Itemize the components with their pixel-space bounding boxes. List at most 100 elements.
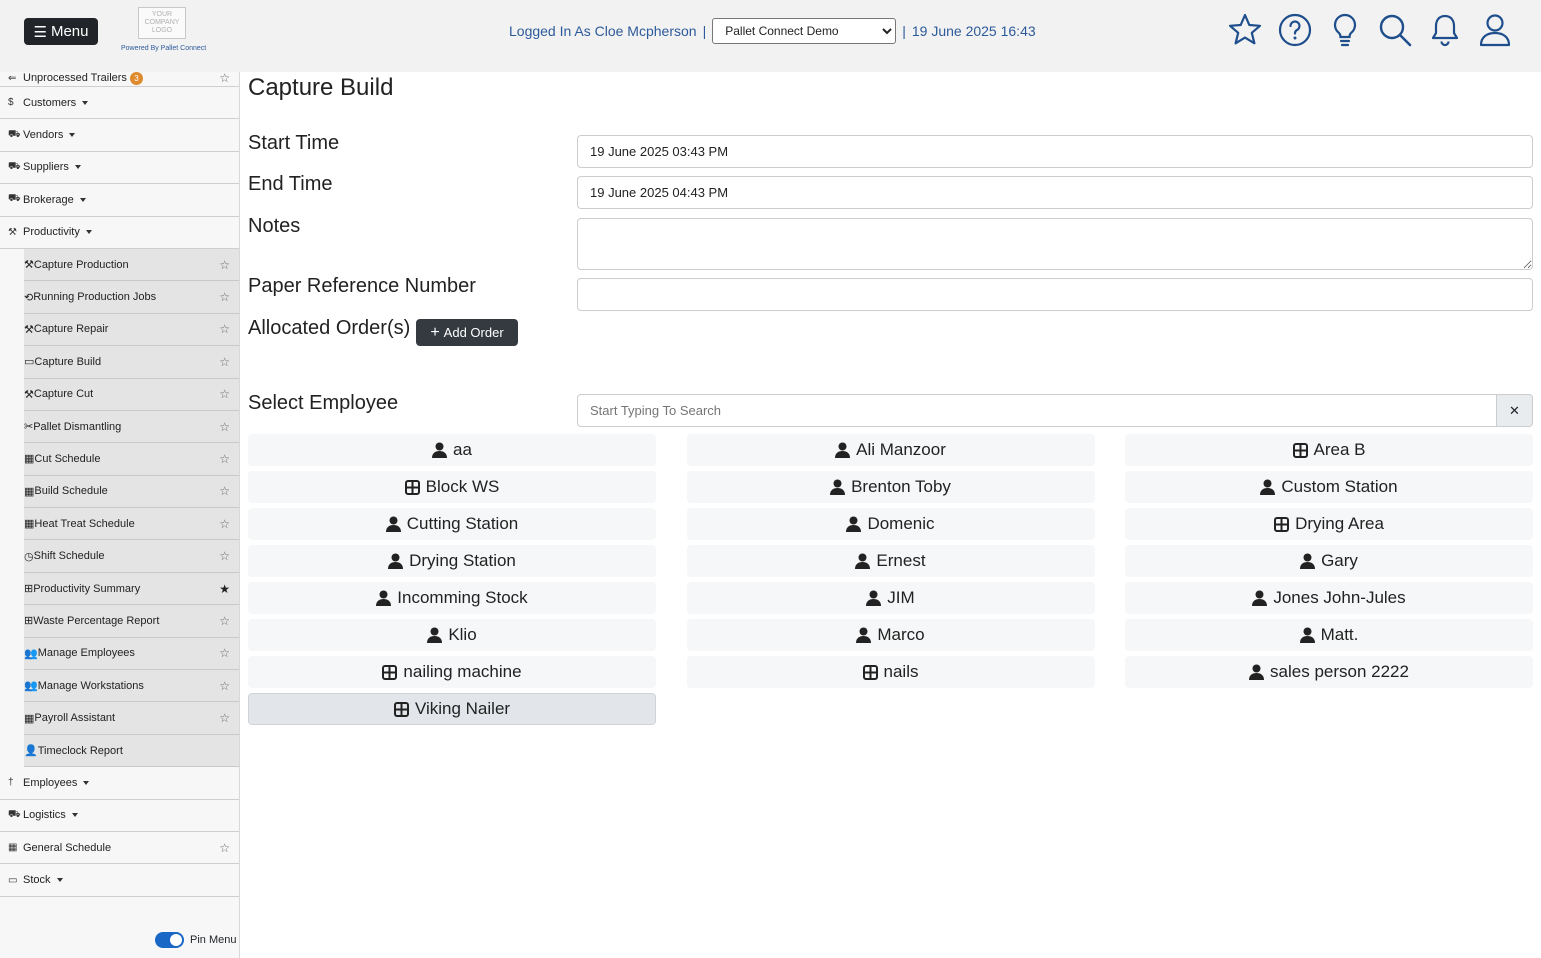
employee-button[interactable]: nailing machine [248, 656, 656, 688]
person-icon [856, 627, 872, 643]
employee-button[interactable]: JIM [686, 582, 1095, 614]
sidebar-item-logistics[interactable]: ⛟ Logistics [0, 800, 239, 832]
employee-button[interactable]: Drying Station [248, 545, 656, 577]
employee-search-input[interactable] [577, 394, 1497, 427]
sidebar-item-stock[interactable]: ▭ Stock [0, 864, 239, 897]
menu-icon: ⚒ [8, 226, 17, 238]
sidebar-subitem-cut-schedule[interactable]: ▦ Cut Schedule ☆ [24, 443, 239, 476]
sidebar-subitem-heat-treat-schedule[interactable]: ▦ Heat Treat Schedule ☆ [24, 508, 239, 541]
employee-button[interactable]: Block WS [248, 471, 656, 503]
sidebar-subitem-manage-workstations[interactable]: 👥 Manage Workstations ☆ [24, 670, 239, 703]
person-icon [830, 479, 846, 495]
sidebar-subitem-running-production-jobs[interactable]: ⟲ Running Production Jobs ☆ [24, 281, 239, 314]
sidebar-item-label: Stock [23, 874, 51, 887]
employee-grid: aa Ali Manzoor Area B Block WS Brenton Toby C… [248, 434, 1533, 725]
sidebar-subitem-shift-schedule[interactable]: ◷ Shift Schedule ☆ [24, 540, 239, 573]
menu-icon: ⚒ [24, 259, 34, 272]
employee-name: Brenton Toby [851, 477, 951, 496]
star-outline-icon[interactable]: ☆ [219, 355, 230, 369]
employee-button[interactable]: Ali Manzoor [686, 434, 1095, 466]
employee-button[interactable]: Ernest [686, 545, 1095, 577]
start-time-input[interactable] [577, 135, 1533, 168]
star-outline-icon[interactable]: ☆ [219, 420, 230, 434]
sidebar-subitem-waste-percentage-report[interactable]: ⊞ Waste Percentage Report ☆ [24, 605, 239, 638]
employee-button[interactable]: Incomming Stock [248, 582, 656, 614]
employee-button[interactable]: Klio [248, 619, 656, 651]
employee-button[interactable]: Custom Station [1125, 471, 1533, 503]
employee-button[interactable]: Matt. [1125, 619, 1533, 651]
sidebar-subitem-pallet-dismantling[interactable]: ✂ Pallet Dismantling ☆ [24, 410, 239, 444]
sidebar-subitem-capture-production[interactable]: ⚒ Capture Production ☆ [24, 248, 239, 282]
sidebar-item-customers[interactable]: $ Customers [0, 87, 239, 120]
employee-name: aa [453, 440, 472, 459]
sidebar-item-brokerage[interactable]: ⛟ Brokerage [0, 184, 239, 217]
employee-button[interactable]: Brenton Toby [686, 471, 1095, 503]
star-outline-icon[interactable]: ☆ [219, 517, 230, 531]
employee-name: Jones John-Jules [1273, 588, 1406, 607]
star-outline-icon[interactable]: ☆ [219, 841, 230, 855]
sidebar-subitem-timeclock-report[interactable]: 👤 Timeclock Report [24, 734, 239, 768]
separator: | [702, 23, 707, 39]
employee-button[interactable]: nails [686, 656, 1095, 688]
sidebar-subitem-productivity-summary[interactable]: ⊞ Productivity Summary ★ [24, 572, 239, 606]
person-icon [385, 516, 401, 532]
sidebar-subitem-payroll-assistant[interactable]: ▦ Payroll Assistant ☆ [24, 702, 239, 735]
star-outline-icon[interactable]: ☆ [219, 646, 230, 660]
sidebar-item-label: Capture Production [33, 258, 129, 271]
star-outline-icon[interactable]: ☆ [219, 290, 230, 304]
star-filled-icon[interactable]: ★ [219, 582, 230, 596]
star-outline-icon[interactable]: ☆ [219, 484, 230, 498]
add-order-button[interactable]: + Add Order [416, 319, 518, 346]
employee-button[interactable]: Area B [1125, 434, 1533, 466]
sidebar-subitem-capture-build[interactable]: ▭ Capture Build ☆ [24, 346, 239, 379]
notes-textarea[interactable] [577, 218, 1533, 270]
sidebar-item-general-schedule[interactable]: ▦ General Schedule ☆ [0, 832, 239, 865]
star-outline-icon[interactable]: ☆ [219, 549, 230, 563]
paper-ref-input[interactable] [577, 278, 1533, 311]
sidebar-item-productivity[interactable]: ⚒ Productivity [0, 217, 239, 249]
star-outline-icon[interactable]: ☆ [219, 679, 230, 693]
employee-button[interactable]: aa [248, 434, 656, 466]
star-outline-icon[interactable]: ☆ [219, 258, 230, 272]
menu-icon: † [8, 777, 14, 789]
employee-button[interactable]: Gary [1125, 545, 1533, 577]
clear-search-button[interactable]: ✕ [1497, 394, 1533, 427]
sidebar-item-label: Running Production Jobs [33, 291, 157, 304]
lightbulb-icon[interactable] [1327, 12, 1363, 48]
employee-button[interactable]: Marco [686, 619, 1095, 651]
employee-button[interactable]: Viking Nailer [248, 693, 656, 725]
employee-button[interactable]: sales person 2222 [1125, 656, 1533, 688]
star-icon[interactable] [1227, 12, 1263, 48]
bell-icon[interactable] [1427, 12, 1463, 48]
star-outline-icon[interactable]: ☆ [219, 711, 230, 725]
employee-name: Ernest [876, 551, 926, 570]
menu-button[interactable]: ☰ Menu [24, 18, 98, 45]
sidebar-item-unprocessed-trailers[interactable]: ⇐ Unprocessed Trailers 3 ☆ [0, 72, 239, 87]
sidebar-subitem-build-schedule[interactable]: ▦ Build Schedule ☆ [24, 475, 239, 509]
employee-button[interactable]: Cutting Station [248, 508, 656, 540]
user-icon[interactable] [1477, 12, 1513, 48]
star-outline-icon[interactable]: ☆ [219, 387, 230, 401]
star-outline-icon[interactable]: ☆ [219, 614, 230, 628]
person-icon [1260, 479, 1276, 495]
star-outline-icon[interactable]: ☆ [219, 322, 230, 336]
star-outline-icon[interactable]: ☆ [219, 452, 230, 466]
star-outline-icon[interactable]: ☆ [219, 72, 230, 85]
sidebar-item-suppliers[interactable]: ⛟ Suppliers [0, 152, 239, 185]
end-time-input[interactable] [577, 176, 1533, 209]
sidebar-item-employees[interactable]: † Employees [0, 767, 239, 800]
company-select[interactable]: Pallet Connect Demo [712, 18, 897, 44]
employee-button[interactable]: Jones John-Jules [1125, 582, 1533, 614]
employee-button[interactable]: Domenic [686, 508, 1095, 540]
sidebar-subitem-capture-repair[interactable]: ⚒ Capture Repair ☆ [24, 313, 239, 347]
sidebar-item-vendors[interactable]: ⛟ Vendors [0, 119, 239, 152]
sidebar-subitem-capture-cut[interactable]: ⚒ Capture Cut ☆ [24, 378, 239, 411]
search-icon[interactable] [1377, 12, 1413, 48]
menu-icon: 👥 [24, 680, 38, 693]
menu-icon: ⛟ [8, 193, 21, 205]
pin-menu-toggle[interactable] [155, 932, 184, 948]
help-icon[interactable] [1277, 12, 1313, 48]
sidebar-subitem-manage-employees[interactable]: 👥 Manage Employees ☆ [24, 637, 239, 671]
employee-button[interactable]: Drying Area [1125, 508, 1533, 540]
sidebar-item-label: Employees [23, 776, 78, 789]
